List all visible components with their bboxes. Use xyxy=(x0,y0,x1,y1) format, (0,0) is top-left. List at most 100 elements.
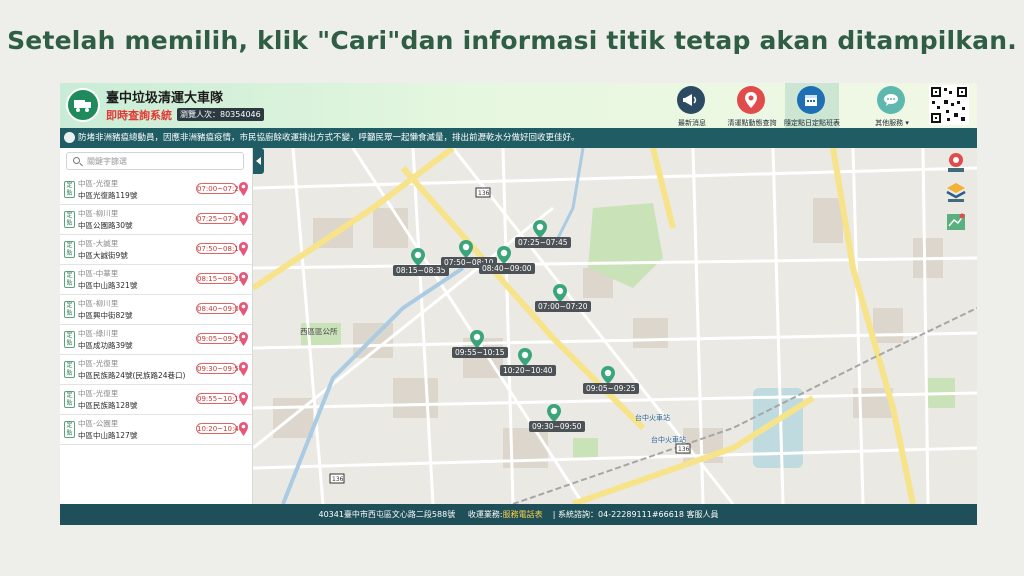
stop-pin-icon[interactable] xyxy=(239,362,248,376)
map-marker-time-label[interactable]: 08:40~09:00 xyxy=(479,263,535,274)
stop-list-item[interactable]: 定點 中區-大誠里 中區大誠街9號 07:50~08:10 xyxy=(60,235,252,265)
locate-me-icon[interactable] xyxy=(945,151,967,173)
stop-list-item[interactable]: 定點 中區-光復里中區光復路119號 07:00~07:20 xyxy=(60,175,252,205)
stop-district: 中區-公園里 xyxy=(78,419,119,428)
stop-address: 中區大誠街9號 xyxy=(78,251,128,260)
nav-label: 清運點動態查詢 xyxy=(727,119,777,127)
stop-pin-icon[interactable] xyxy=(239,242,248,256)
stop-time-badge: 07:50~08:10 xyxy=(196,243,244,254)
stop-district: 中區-柳川里 xyxy=(78,209,119,218)
garbage-truck-logo-icon[interactable] xyxy=(66,88,100,122)
stop-district: 中區-中華里 xyxy=(78,269,119,278)
stop-list-item[interactable]: 定點 中區-光復里中區民族路24號(民族路24巷口) 09:30~09:50 xyxy=(60,355,252,385)
stop-pin-icon[interactable] xyxy=(239,332,248,346)
map-marker-pin-icon[interactable] xyxy=(553,284,567,302)
fixed-point-tag: 定點 xyxy=(64,361,75,378)
stop-list-item[interactable]: 定點 中區-中華里 中區中山路321號 08:15~08:35 xyxy=(60,265,252,295)
footer-contact: | 系統諮詢：04-22289111#66618 客服人員 xyxy=(552,510,719,519)
site-header: 臺中垃圾清運大車隊 即時查詢系統 瀏覽人次：80354046 最新消息 清運點動… xyxy=(60,83,977,128)
fixed-point-tag: 定點 xyxy=(64,391,75,408)
site-footer: 40341臺中市西屯區文心路二段588號 收運業務:服務電話表 | 系統諮詢：0… xyxy=(60,504,977,525)
stop-address: 中區公園路30號 xyxy=(78,221,133,230)
stop-address: 中區興中街82號 xyxy=(78,311,133,320)
map-marker-time-label[interactable]: 09:55~10:15 xyxy=(452,347,508,358)
stop-list-item[interactable]: 定點 中區-公園里 中區中山路127號 10:20~10:40 xyxy=(60,415,252,445)
nav-dynamic-query[interactable]: 清運點動態查詢 xyxy=(725,83,779,128)
stop-time-badge: 09:30~09:50 xyxy=(196,363,244,374)
stop-address: 中區成功路39號 xyxy=(78,341,133,350)
search-icon xyxy=(73,157,80,164)
nav-other-services[interactable]: 其他服務 ▾ xyxy=(865,83,919,128)
search-placeholder: 關鍵字篩選 xyxy=(87,157,127,166)
stop-district: 中區-光復里 xyxy=(78,359,119,368)
location-pin-icon xyxy=(737,86,765,114)
map-view[interactable]: 西區區公所 台中火車站 台中火車站 136 136 136 08:15~08:3… xyxy=(253,148,977,504)
stop-list-panel: 關鍵字篩選 定點 中區-光復里 中區光復路119號 07:00~07:20 定點 中區-柳… xyxy=(60,148,253,504)
org-name: 臺中垃圾清運大車隊 xyxy=(106,91,224,106)
map-marker-time-label[interactable]: 07:00~07:20 xyxy=(535,301,591,312)
system-name: 即時查詢系統 xyxy=(106,109,172,122)
map-marker-pin-icon[interactable] xyxy=(533,220,547,238)
nav-schedule[interactable]: 隨定點日定點班表 xyxy=(784,83,840,128)
visit-counter: 瀏覽人次：80354046 xyxy=(177,108,264,121)
fixed-point-tag: 定點 xyxy=(64,181,75,198)
map-marker-time-label[interactable]: 10:20~10:40 xyxy=(500,365,556,376)
stop-pin-icon[interactable] xyxy=(239,392,248,406)
map-marker-pin-icon[interactable] xyxy=(601,366,615,384)
collapse-panel-button[interactable] xyxy=(253,148,264,174)
stop-time-badge: 07:00~07:20 xyxy=(196,183,244,194)
stop-time-badge: 08:40~09:00 xyxy=(196,303,244,314)
fixed-point-tag: 定點 xyxy=(64,211,75,228)
stop-time-badge: 09:55~10:15 xyxy=(196,393,244,404)
stop-list-item[interactable]: 定點 中區-綠川里 中區成功路39號 09:05~09:25 xyxy=(60,325,252,355)
stop-district: 中區-光復里 xyxy=(78,179,119,188)
map-marker-pin-icon[interactable] xyxy=(547,404,561,422)
street-map: 西區區公所 台中火車站 台中火車站 136 136 136 xyxy=(253,148,977,504)
stop-pin-icon[interactable] xyxy=(239,422,248,436)
stop-pin-icon[interactable] xyxy=(239,302,248,316)
stop-address: 中區民族路128號 xyxy=(78,401,138,410)
map-marker-time-label[interactable]: 09:05~09:25 xyxy=(583,383,639,394)
stop-list-item[interactable]: 定點 中區-柳川里 中區興中街82號 08:40~09:00 xyxy=(60,295,252,325)
map-marker-time-label[interactable]: 09:30~09:50 xyxy=(529,421,585,432)
stop-time-badge: 10:20~10:40 xyxy=(196,423,244,434)
road-shield: 136 xyxy=(332,476,344,483)
stop-list-item[interactable]: 定點 中區-光復里 中區民族路128號 09:55~10:15 xyxy=(60,385,252,415)
map-marker-pin-icon[interactable] xyxy=(459,240,473,258)
footer-hours-label: 收運業務: xyxy=(467,510,503,519)
stop-address: 中區民族路24號(民族路24巷口) xyxy=(78,371,186,380)
qr-code-icon[interactable] xyxy=(929,85,969,125)
stop-district: 中區-大誠里 xyxy=(78,239,119,248)
app-window: 臺中垃圾清運大車隊 即時查詢系統 瀏覽人次：80354046 最新消息 清運點動… xyxy=(60,83,977,525)
nav-latest-news[interactable]: 最新消息 xyxy=(665,83,719,128)
place-label-station: 台中火車站 xyxy=(651,435,686,444)
keyword-filter-input[interactable]: 關鍵字篩選 xyxy=(66,152,244,170)
calendar-icon xyxy=(797,86,825,114)
map-marker-pin-icon[interactable] xyxy=(518,348,532,366)
map-marker-pin-icon[interactable] xyxy=(470,330,484,348)
stop-pin-icon[interactable] xyxy=(239,272,248,286)
layers-icon[interactable] xyxy=(945,181,967,203)
megaphone-icon xyxy=(677,86,705,114)
fixed-point-tag: 定點 xyxy=(64,331,75,348)
nav-label: 其他服務 ▾ xyxy=(875,119,909,127)
stop-pin-icon[interactable] xyxy=(239,212,248,226)
place-label-district-office: 西區區公所 xyxy=(300,326,338,336)
stop-list: 定點 中區-光復里 中區光復路119號 07:00~07:20 定點 中區-柳川里 中區公園… xyxy=(60,175,252,445)
stop-address: 中區中山路321號 xyxy=(78,281,138,290)
route-map-icon[interactable] xyxy=(945,211,967,233)
nav-label: 最新消息 xyxy=(678,119,706,127)
map-marker-pin-icon[interactable] xyxy=(411,248,425,266)
stop-pin-icon[interactable] xyxy=(239,182,248,196)
road-shield: 136 xyxy=(678,446,690,453)
fixed-point-tag: 定點 xyxy=(64,271,75,288)
stop-time-badge: 09:05~09:25 xyxy=(196,333,244,344)
stop-district: 中區-柳川里 xyxy=(78,299,119,308)
service-phone-link[interactable]: 服務電話表 xyxy=(503,510,543,519)
stop-list-item[interactable]: 定點 中區-柳川里 中區公園路30號 07:25~07:45 xyxy=(60,205,252,235)
announcement-text: 防堵非洲豬瘟總動員，因應非洲豬瘟疫情，市民協廚餘收運排出方式不變，呼籲民眾一起懶… xyxy=(78,133,580,143)
map-marker-time-label[interactable]: 07:25~07:45 xyxy=(515,237,571,248)
map-marker-pin-icon[interactable] xyxy=(497,246,511,264)
stop-address: 中區光復路119號 xyxy=(78,191,138,200)
announcement-marquee: 防堵非洲豬瘟總動員，因應非洲豬瘟疫情，市民協廚餘收運排出方式不變，呼籲民眾一起懶… xyxy=(60,128,977,148)
